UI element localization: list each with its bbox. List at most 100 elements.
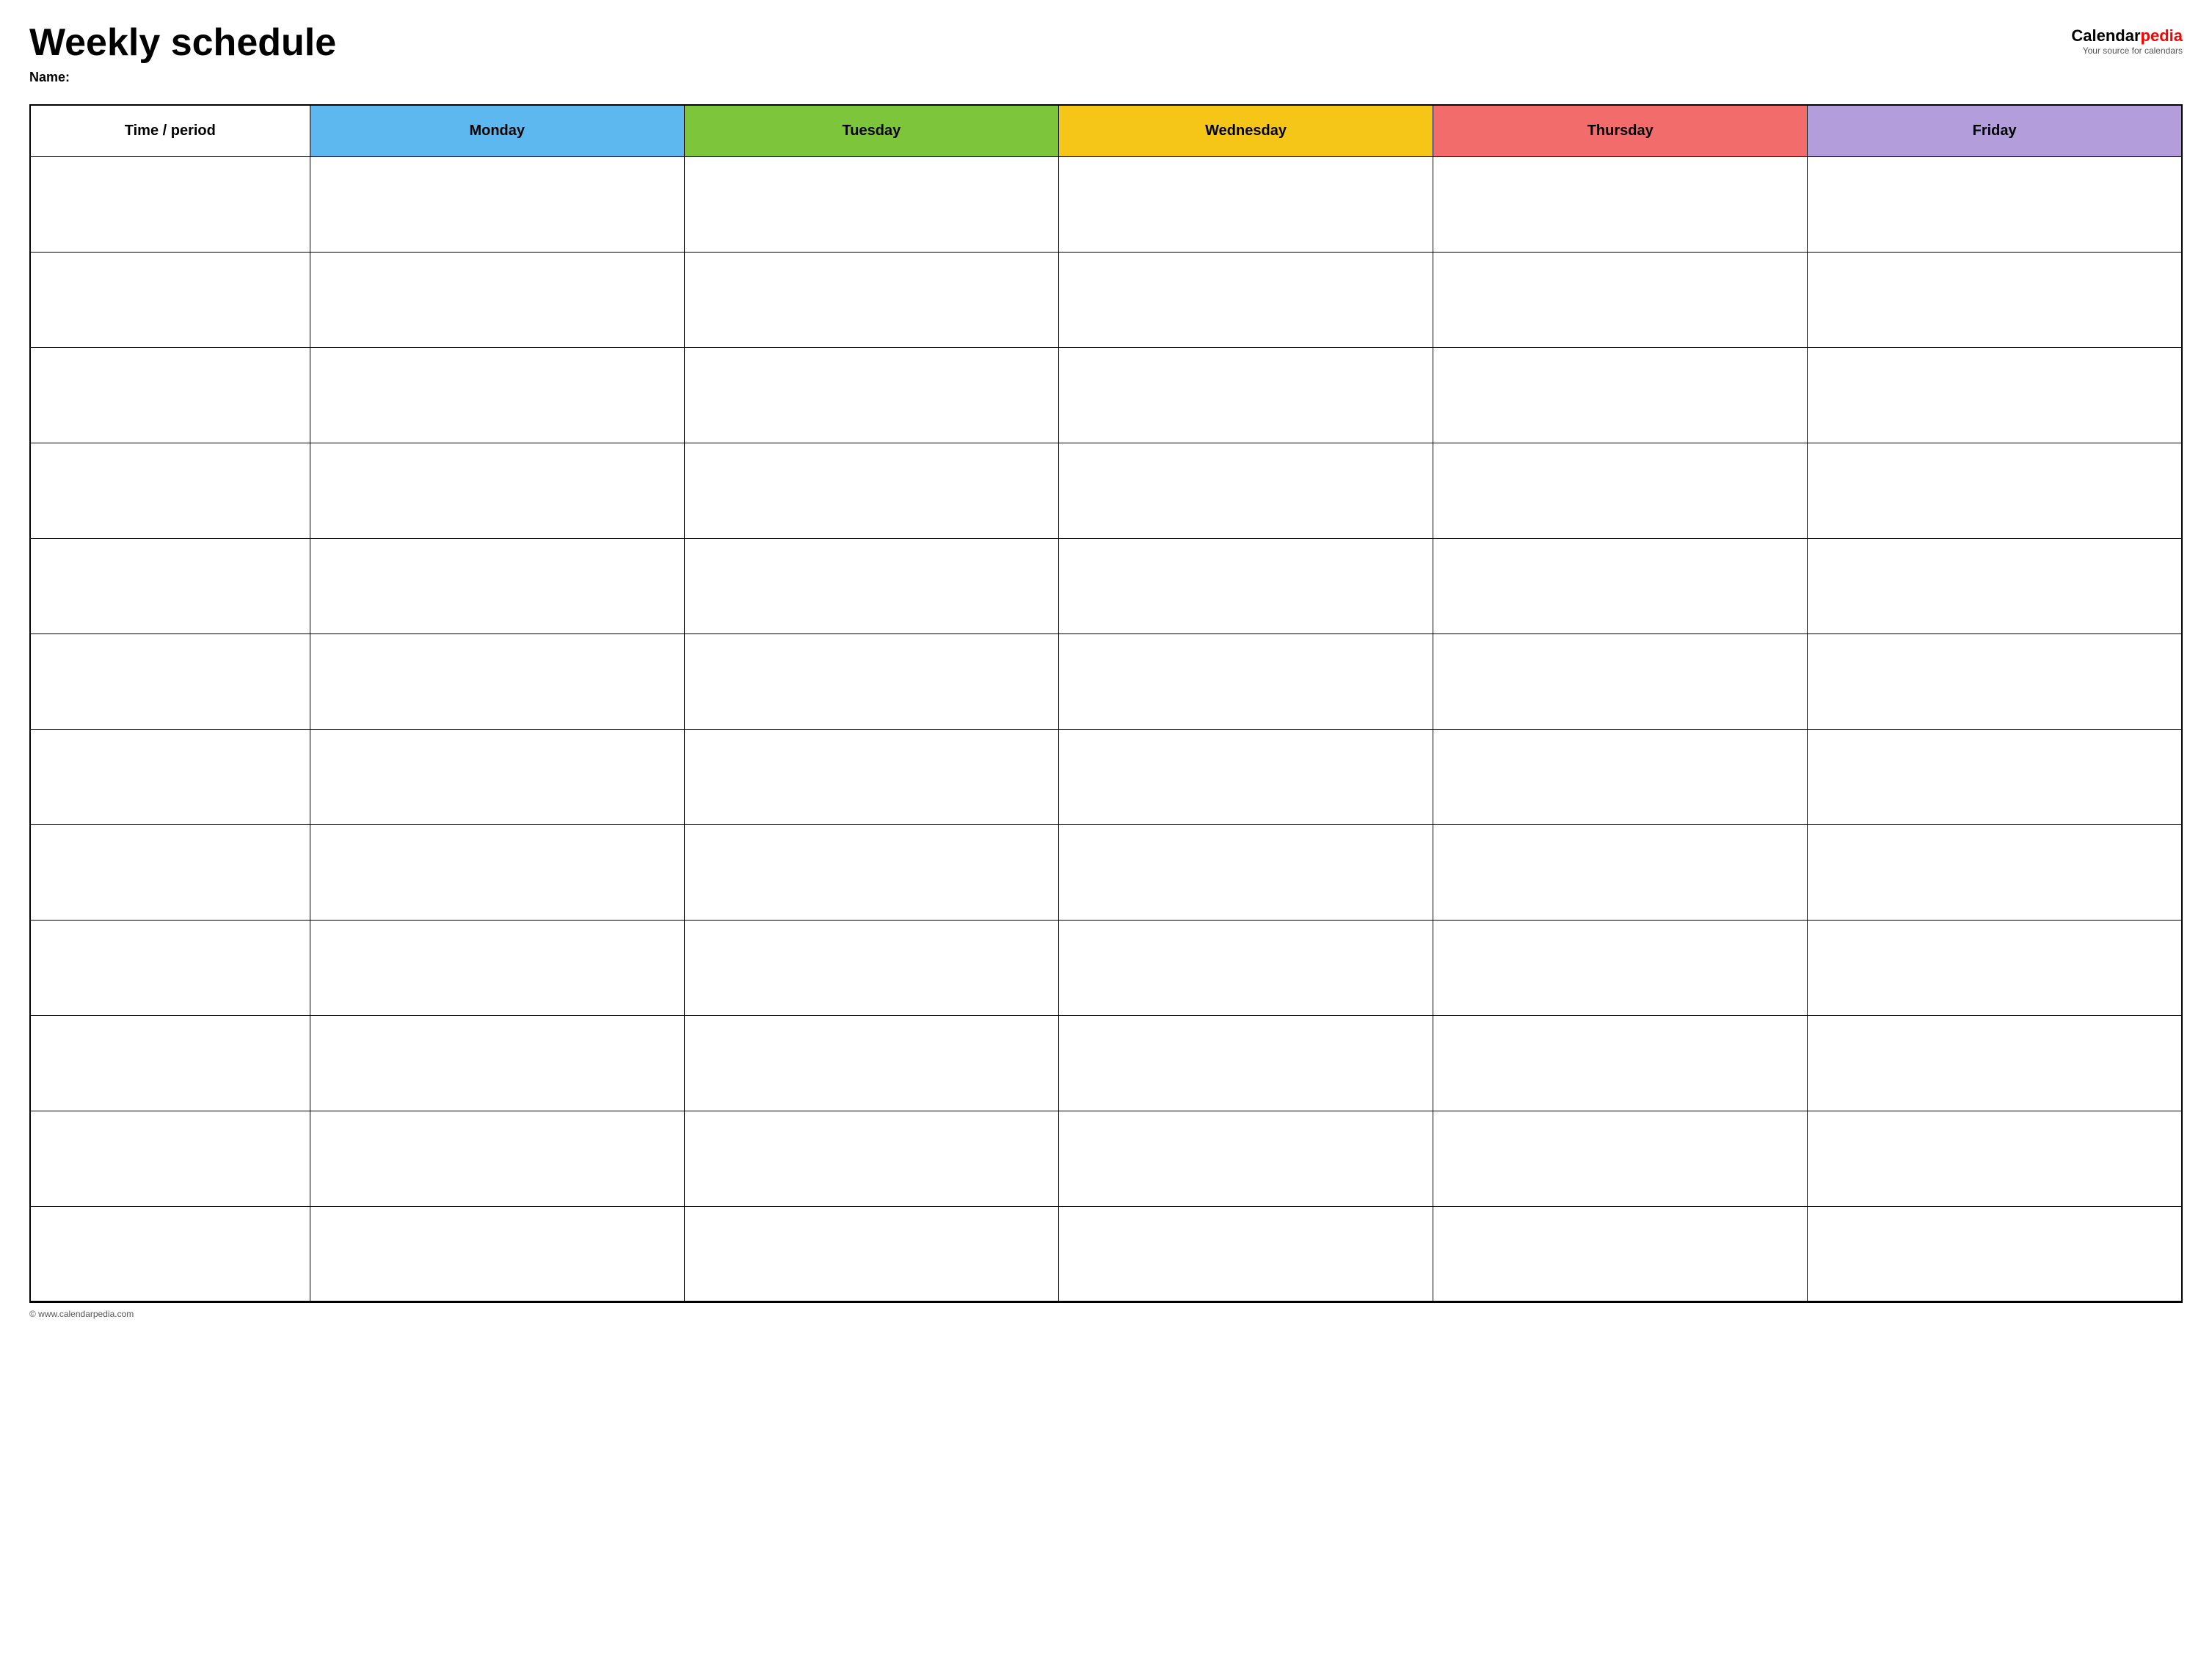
cell-row6-col2[interactable]	[684, 729, 1058, 824]
schedule-table: Time / period Monday Tuesday Wednesday T…	[29, 104, 2183, 1302]
cell-row11-col4[interactable]	[1433, 1206, 1808, 1301]
cell-row5-col0[interactable]	[30, 633, 310, 729]
cell-row0-col3[interactable]	[1058, 156, 1433, 252]
cell-row11-col0[interactable]	[30, 1206, 310, 1301]
cell-row10-col3[interactable]	[1058, 1111, 1433, 1206]
cell-row1-col4[interactable]	[1433, 252, 1808, 347]
cell-row3-col4[interactable]	[1433, 443, 1808, 538]
cell-row0-col0[interactable]	[30, 156, 310, 252]
cell-row10-col0[interactable]	[30, 1111, 310, 1206]
col-header-monday: Monday	[310, 105, 684, 156]
logo-tagline: Your source for calendars	[2083, 46, 2183, 56]
cell-row2-col3[interactable]	[1058, 347, 1433, 443]
logo-pedia: pedia	[2141, 26, 2183, 45]
cell-row2-col4[interactable]	[1433, 347, 1808, 443]
footer-url: © www.calendarpedia.com	[29, 1309, 2183, 1319]
cell-row5-col3[interactable]	[1058, 633, 1433, 729]
cell-row2-col5[interactable]	[1808, 347, 2182, 443]
table-row	[30, 1015, 2182, 1111]
cell-row6-col0[interactable]	[30, 729, 310, 824]
cell-row9-col4[interactable]	[1433, 1015, 1808, 1111]
col-header-time: Time / period	[30, 105, 310, 156]
cell-row8-col0[interactable]	[30, 920, 310, 1015]
cell-row11-col2[interactable]	[684, 1206, 1058, 1301]
cell-row1-col2[interactable]	[684, 252, 1058, 347]
cell-row8-col4[interactable]	[1433, 920, 1808, 1015]
cell-row11-col3[interactable]	[1058, 1206, 1433, 1301]
cell-row11-col5[interactable]	[1808, 1206, 2182, 1301]
cell-row10-col1[interactable]	[310, 1111, 684, 1206]
page-header: Weekly schedule Name: Calendarpedia Your…	[29, 22, 2183, 97]
cell-row1-col1[interactable]	[310, 252, 684, 347]
table-row	[30, 824, 2182, 920]
name-label: Name:	[29, 70, 336, 85]
cell-row5-col5[interactable]	[1808, 633, 2182, 729]
cell-row3-col0[interactable]	[30, 443, 310, 538]
cell-row4-col4[interactable]	[1433, 538, 1808, 633]
cell-row4-col2[interactable]	[684, 538, 1058, 633]
table-row	[30, 920, 2182, 1015]
cell-row3-col1[interactable]	[310, 443, 684, 538]
cell-row7-col1[interactable]	[310, 824, 684, 920]
cell-row3-col2[interactable]	[684, 443, 1058, 538]
cell-row2-col1[interactable]	[310, 347, 684, 443]
cell-row7-col4[interactable]	[1433, 824, 1808, 920]
cell-row9-col3[interactable]	[1058, 1015, 1433, 1111]
cell-row3-col3[interactable]	[1058, 443, 1433, 538]
cell-row1-col0[interactable]	[30, 252, 310, 347]
cell-row0-col2[interactable]	[684, 156, 1058, 252]
cell-row10-col2[interactable]	[684, 1111, 1058, 1206]
cell-row6-col3[interactable]	[1058, 729, 1433, 824]
table-row	[30, 1206, 2182, 1301]
footer-divider	[29, 1302, 2183, 1303]
cell-row1-col5[interactable]	[1808, 252, 2182, 347]
cell-row4-col5[interactable]	[1808, 538, 2182, 633]
col-header-tuesday: Tuesday	[684, 105, 1058, 156]
cell-row0-col5[interactable]	[1808, 156, 2182, 252]
cell-row4-col1[interactable]	[310, 538, 684, 633]
col-header-friday: Friday	[1808, 105, 2182, 156]
cell-row2-col0[interactable]	[30, 347, 310, 443]
cell-row7-col2[interactable]	[684, 824, 1058, 920]
page-title: Weekly schedule	[29, 22, 336, 64]
cell-row4-col0[interactable]	[30, 538, 310, 633]
cell-row6-col1[interactable]	[310, 729, 684, 824]
table-row	[30, 443, 2182, 538]
cell-row10-col4[interactable]	[1433, 1111, 1808, 1206]
col-header-thursday: Thursday	[1433, 105, 1808, 156]
cell-row6-col5[interactable]	[1808, 729, 2182, 824]
col-header-wednesday: Wednesday	[1058, 105, 1433, 156]
table-row	[30, 252, 2182, 347]
cell-row7-col5[interactable]	[1808, 824, 2182, 920]
cell-row8-col1[interactable]	[310, 920, 684, 1015]
cell-row0-col1[interactable]	[310, 156, 684, 252]
cell-row11-col1[interactable]	[310, 1206, 684, 1301]
cell-row8-col3[interactable]	[1058, 920, 1433, 1015]
cell-row5-col2[interactable]	[684, 633, 1058, 729]
table-row	[30, 538, 2182, 633]
cell-row5-col1[interactable]	[310, 633, 684, 729]
table-row	[30, 156, 2182, 252]
logo-text: Calendarpedia	[2071, 26, 2183, 46]
cell-row1-col3[interactable]	[1058, 252, 1433, 347]
cell-row2-col2[interactable]	[684, 347, 1058, 443]
cell-row3-col5[interactable]	[1808, 443, 2182, 538]
cell-row0-col4[interactable]	[1433, 156, 1808, 252]
cell-row4-col3[interactable]	[1058, 538, 1433, 633]
table-row	[30, 347, 2182, 443]
cell-row7-col3[interactable]	[1058, 824, 1433, 920]
cell-row9-col1[interactable]	[310, 1015, 684, 1111]
cell-row9-col0[interactable]	[30, 1015, 310, 1111]
cell-row7-col0[interactable]	[30, 824, 310, 920]
cell-row8-col5[interactable]	[1808, 920, 2182, 1015]
header-row: Time / period Monday Tuesday Wednesday T…	[30, 105, 2182, 156]
table-row	[30, 633, 2182, 729]
table-row	[30, 1111, 2182, 1206]
title-section: Weekly schedule Name:	[29, 22, 336, 97]
cell-row9-col2[interactable]	[684, 1015, 1058, 1111]
cell-row6-col4[interactable]	[1433, 729, 1808, 824]
cell-row8-col2[interactable]	[684, 920, 1058, 1015]
cell-row9-col5[interactable]	[1808, 1015, 2182, 1111]
cell-row10-col5[interactable]	[1808, 1111, 2182, 1206]
cell-row5-col4[interactable]	[1433, 633, 1808, 729]
